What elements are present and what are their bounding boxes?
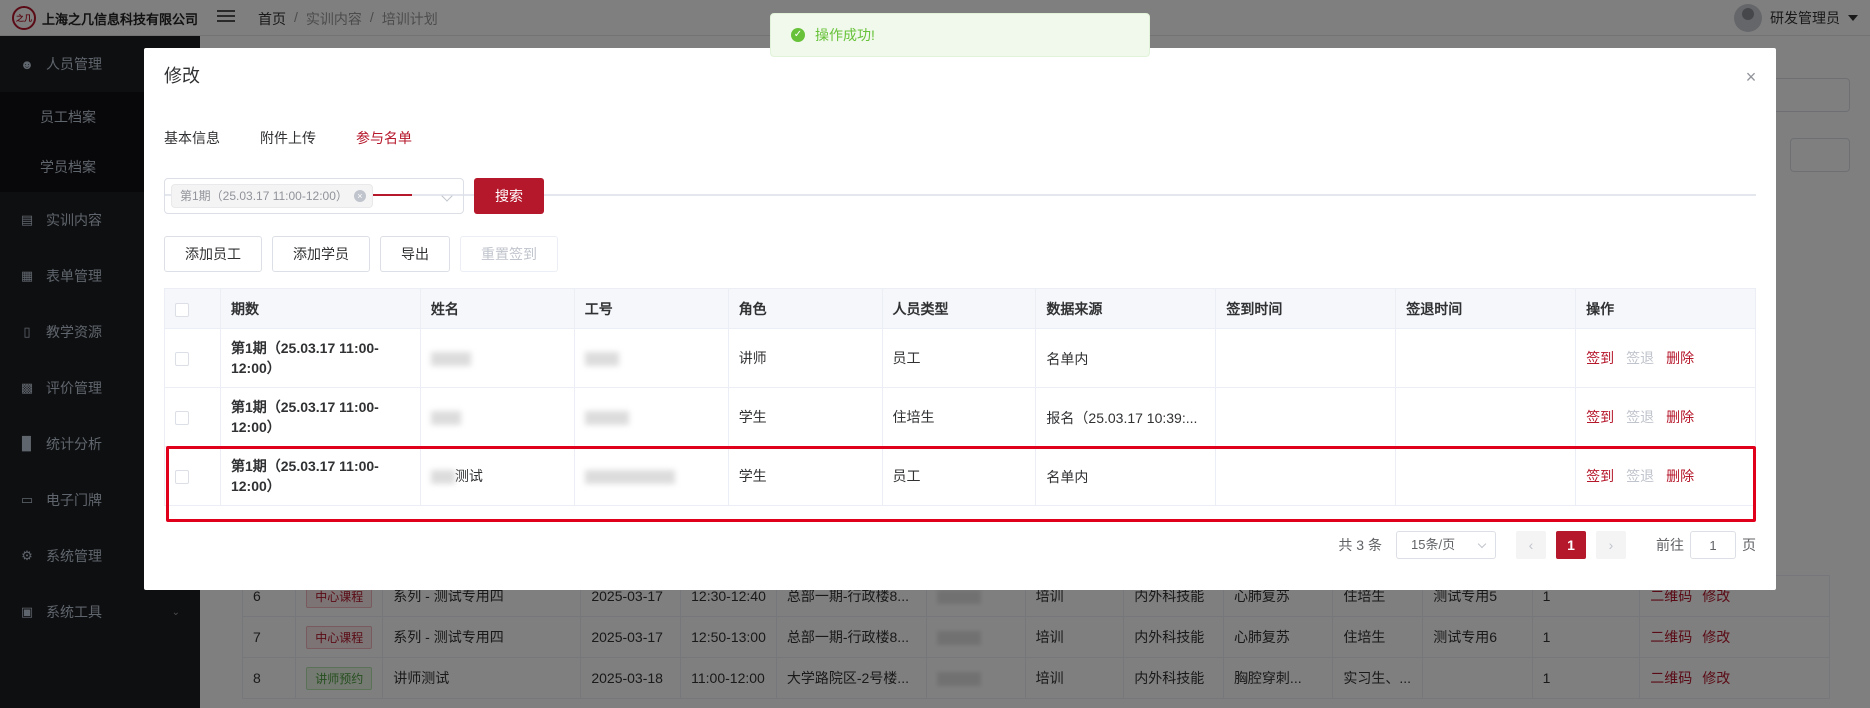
name-cell: 测试 <box>419 446 575 506</box>
sign-in-cell <box>1215 328 1397 388</box>
blurred-name <box>430 470 455 485</box>
ops-cell: 签到 签退 删除 <box>1575 446 1756 506</box>
edit-dialog: 修改 × 基本信息 附件上传 参与名单 第1期（25.03.17 11:00-1… <box>144 48 1776 590</box>
add-student-button[interactable]: 添加学员 <box>272 236 370 272</box>
table-header-row: 期数 姓名 工号 角色 人员类型 数据来源 签到时间 签退时间 操作 <box>164 288 1756 329</box>
sign-out-cell <box>1395 446 1577 506</box>
next-page-button[interactable]: › <box>1596 531 1626 559</box>
source-text: 名单内 <box>1046 350 1089 367</box>
source-text: 名单内 <box>1046 468 1089 485</box>
row-checkbox[interactable] <box>175 411 189 426</box>
role-cell: 学生 <box>727 387 883 447</box>
period-select[interactable]: 第1期（25.03.17 11:00-12:00） × <box>164 178 464 214</box>
source-cell: 名单内 <box>1035 328 1217 388</box>
close-icon[interactable]: × <box>353 190 366 202</box>
blurred-name <box>430 411 461 426</box>
source-cell: 报名（25.03.17 10:39:... <box>1035 387 1217 447</box>
page-size-label: 15条/页 <box>1411 537 1456 552</box>
name-suffix: 测试 <box>454 468 483 484</box>
search-button[interactable]: 搜索 <box>474 178 544 214</box>
export-button[interactable]: 导出 <box>380 236 450 272</box>
row-checkbox[interactable] <box>175 352 189 367</box>
chevron-down-icon <box>441 190 453 202</box>
dialog-title: 修改 <box>164 66 200 86</box>
person-type-cell: 员工 <box>881 446 1037 506</box>
name-cell <box>419 328 575 388</box>
reset-signin-button: 重置签到 <box>460 236 558 272</box>
person-type-cell: 住培生 <box>881 387 1037 447</box>
person-type-cell: 员工 <box>881 328 1037 388</box>
sign-in-cell <box>1215 387 1397 447</box>
sign-out-link: 签退 <box>1626 350 1655 366</box>
table-row: 第1期（25.03.17 11:00-12:00） 测试 学生 员工 名单内 签… <box>164 446 1756 506</box>
total-count: 共 3 条 <box>1338 537 1382 553</box>
column-header: 签退时间 <box>1395 288 1577 329</box>
goto-page: 前往 页 <box>1656 531 1756 559</box>
row-checkbox[interactable] <box>175 470 189 485</box>
column-header: 人员类型 <box>881 288 1037 329</box>
column-header: 工号 <box>573 288 729 329</box>
table-row: 第1期（25.03.17 11:00-12:00） 学生 住培生 报名（25.0… <box>164 387 1756 447</box>
select-all-checkbox[interactable] <box>175 302 189 317</box>
sign-out-cell <box>1395 387 1577 447</box>
period-cell: 第1期（25.03.17 11:00-12:00） <box>219 328 421 388</box>
column-header: 签到时间 <box>1215 288 1397 329</box>
column-header: 姓名 <box>419 288 575 329</box>
period-chip: 第1期（25.03.17 11:00-12:00） × <box>171 184 373 208</box>
goto-page-input[interactable] <box>1690 531 1736 559</box>
sign-in-link[interactable]: 签到 <box>1586 468 1614 484</box>
blurred-id <box>584 352 619 367</box>
period-chip-label: 第1期（25.03.17 11:00-12:00） <box>180 189 348 203</box>
page-number-current[interactable]: 1 <box>1556 531 1586 559</box>
sign-in-link[interactable]: 签到 <box>1586 409 1614 425</box>
column-header: 操作 <box>1575 288 1756 329</box>
blurred-id <box>584 411 629 426</box>
page-size-select[interactable]: 15条/页 <box>1396 531 1496 559</box>
name-cell <box>419 387 575 447</box>
pagination: 共 3 条 15条/页 ‹ 1 › 前往 页 <box>1338 530 1756 560</box>
chevron-down-icon <box>1477 539 1487 549</box>
period-cell: 第1期（25.03.17 11:00-12:00） <box>219 387 421 447</box>
id-cell <box>573 328 729 388</box>
column-header: 期数 <box>219 288 421 329</box>
page-unit-label: 页 <box>1742 537 1756 553</box>
table-row: 第1期（25.03.17 11:00-12:00） 讲师 员工 名单内 签到 签退… <box>164 328 1756 388</box>
participants-table: 期数 姓名 工号 角色 人员类型 数据来源 签到时间 签退时间 操作 第1期（2… <box>164 288 1756 506</box>
success-toast: ✓ 操作成功! <box>770 13 1150 57</box>
ops-cell: 签到 签退 删除 <box>1575 328 1756 388</box>
delete-link[interactable]: 删除 <box>1666 468 1694 484</box>
sign-out-cell <box>1395 328 1577 388</box>
prev-page-button[interactable]: ‹ <box>1516 531 1546 559</box>
goto-label: 前往 <box>1656 537 1684 553</box>
sign-out-link: 签退 <box>1626 409 1655 425</box>
id-cell <box>573 446 729 506</box>
role-cell: 学生 <box>727 446 883 506</box>
close-icon[interactable]: × <box>1744 68 1758 86</box>
role-cell: 讲师 <box>727 328 883 388</box>
column-header: 角色 <box>727 288 883 329</box>
toast-message: 操作成功! <box>815 27 875 43</box>
add-employee-button[interactable]: 添加员工 <box>164 236 262 272</box>
blurred-name <box>430 352 471 367</box>
sign-in-link[interactable]: 签到 <box>1586 350 1614 366</box>
check-circle-icon: ✓ <box>791 28 805 42</box>
blurred-id <box>584 470 675 485</box>
source-cell: 名单内 <box>1035 446 1217 506</box>
sign-in-cell <box>1215 446 1397 506</box>
period-cell: 第1期（25.03.17 11:00-12:00） <box>219 446 421 506</box>
sign-out-link: 签退 <box>1626 468 1655 484</box>
column-header: 数据来源 <box>1035 288 1217 329</box>
ops-cell: 签到 签退 删除 <box>1575 387 1756 447</box>
delete-link[interactable]: 删除 <box>1666 409 1694 425</box>
delete-link[interactable]: 删除 <box>1666 350 1694 366</box>
id-cell <box>573 387 729 447</box>
source-text: 报名（25.03.17 10:39:... <box>1046 409 1198 426</box>
